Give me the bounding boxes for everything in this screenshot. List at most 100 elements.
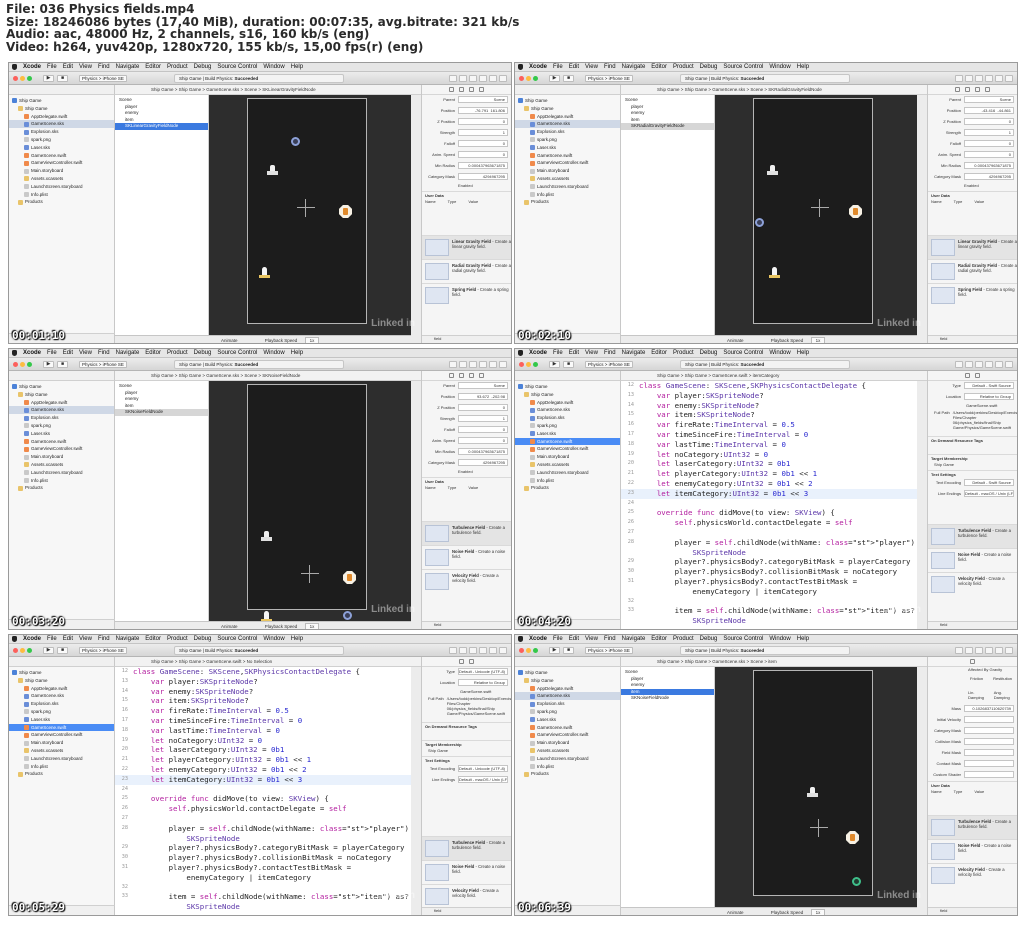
menu-item-editor[interactable]: Editor xyxy=(145,636,161,642)
menu-item-navigate[interactable]: Navigate xyxy=(622,64,646,70)
file-inspector-tab[interactable] xyxy=(459,659,464,664)
navigator-item[interactable]: Info.plist xyxy=(9,477,114,485)
zoom-window-button[interactable] xyxy=(27,362,32,367)
menu-item-view[interactable]: View xyxy=(79,350,92,356)
enemy-ship-sprite[interactable] xyxy=(767,165,778,178)
close-window-button[interactable] xyxy=(13,362,18,367)
navigator-item[interactable]: Laser.sks xyxy=(515,144,620,152)
navigator-item[interactable]: GameScene.sks xyxy=(515,406,620,414)
player-ship-sprite[interactable] xyxy=(769,267,780,280)
enabled-checkbox[interactable]: Enabled xyxy=(422,469,511,477)
navigator-item[interactable]: LaunchScreen.storyboard xyxy=(9,469,114,477)
jump-bar[interactable]: Ship Game > Ship Game > GameScene.sks > … xyxy=(115,371,421,381)
navigator-item[interactable]: Ship Game xyxy=(515,105,620,113)
navigator-item[interactable]: Ship Game xyxy=(9,391,114,399)
assistant-editor-button[interactable] xyxy=(965,75,973,82)
library-filter[interactable]: field xyxy=(928,907,1017,915)
sprite-scene-canvas[interactable] xyxy=(209,381,411,622)
navigator-item[interactable]: Main.storyboard xyxy=(515,739,620,747)
apple-logo-icon[interactable] xyxy=(12,350,17,356)
toggle-debug-area-button[interactable] xyxy=(489,361,497,368)
navigator-item[interactable]: Assets.xcassets xyxy=(9,461,114,469)
navigator-item[interactable]: LaunchScreen.storyboard xyxy=(515,183,620,191)
menu-item-view[interactable]: View xyxy=(585,636,598,642)
menu-item-product[interactable]: Product xyxy=(167,636,188,642)
navigator-item[interactable]: Ship Game xyxy=(515,97,620,105)
menu-item-help[interactable]: Help xyxy=(291,636,303,642)
menu-item-help[interactable]: Help xyxy=(797,64,809,70)
menu-item-source-control[interactable]: Source Control xyxy=(217,64,257,70)
navigator-item[interactable]: Info.plist xyxy=(515,477,620,485)
outline-node-field[interactable]: SKNoiseFieldNode xyxy=(115,409,208,416)
navigator-item[interactable]: LaunchScreen.storyboard xyxy=(515,469,620,477)
library-item-radial-field[interactable]: Radial Gravity Field - Create a radial g… xyxy=(928,259,1017,283)
toggle-navigator-button[interactable] xyxy=(479,361,487,368)
animate-button[interactable]: Animate xyxy=(221,338,238,343)
file-inspector-tab[interactable] xyxy=(965,373,970,378)
property-field[interactable]: 0 xyxy=(458,437,508,444)
menu-item-window[interactable]: Window xyxy=(263,64,284,70)
menu-item-window[interactable]: Window xyxy=(769,64,790,70)
menu-item-xcode[interactable]: Xcode xyxy=(23,64,41,70)
identity-inspector-tab[interactable] xyxy=(975,87,980,92)
library-filter[interactable]: field xyxy=(422,621,511,629)
navigator-item[interactable]: Assets.xcassets xyxy=(9,175,114,183)
menu-item-editor[interactable]: Editor xyxy=(651,64,667,70)
property-field[interactable]: 0.000437963671875 xyxy=(964,162,1014,169)
navigator-item[interactable]: Products xyxy=(9,198,114,206)
property-field[interactable]: 0.000437963671875 xyxy=(458,162,508,169)
run-button[interactable]: ▶ xyxy=(43,647,54,654)
property-field[interactable]: 4294967295 xyxy=(458,459,508,466)
library-item-turbulence-field[interactable]: Turbulence Field - Create a turbulence f… xyxy=(928,815,1017,839)
navigator-item[interactable]: Ship Game xyxy=(9,97,114,105)
minimize-window-button[interactable] xyxy=(20,76,25,81)
navigator-item[interactable]: AppDelegate.swift xyxy=(9,113,114,121)
navigator-item[interactable]: Ship Game xyxy=(9,669,114,677)
attributes-inspector-tab[interactable] xyxy=(479,373,484,378)
file-inspector-tab[interactable] xyxy=(449,373,454,378)
navigator-item[interactable]: spark.png xyxy=(9,422,114,430)
menu-item-navigate[interactable]: Navigate xyxy=(622,636,646,642)
navigator-item[interactable]: Main.storyboard xyxy=(515,167,620,175)
navigator-item[interactable]: Products xyxy=(9,770,114,778)
toggle-navigator-button[interactable] xyxy=(479,75,487,82)
menu-item-view[interactable]: View xyxy=(585,350,598,356)
navigator-item[interactable]: Products xyxy=(9,484,114,492)
menu-item-xcode[interactable]: Xcode xyxy=(23,636,41,642)
navigator-item[interactable]: Explosion.sks xyxy=(9,700,114,708)
navigator-item[interactable]: AppDelegate.swift xyxy=(9,685,114,693)
assistant-editor-button[interactable] xyxy=(459,75,467,82)
outline-node-field[interactable]: SKLinearGravityFieldNode xyxy=(115,123,208,130)
navigator-item[interactable]: GameViewController.swift xyxy=(9,731,114,739)
run-button[interactable]: ▶ xyxy=(549,361,560,368)
run-button[interactable]: ▶ xyxy=(549,75,560,82)
navigator-item[interactable]: spark.png xyxy=(515,708,620,716)
property-field[interactable]: Scene xyxy=(458,96,508,103)
navigator-item[interactable]: Main.storyboard xyxy=(9,167,114,175)
navigator-item[interactable]: LaunchScreen.storyboard xyxy=(9,755,114,763)
property-field[interactable]: -43.416 -44.861 xyxy=(964,107,1014,114)
mass-field[interactable]: 0.1026837110620739 xyxy=(964,705,1014,712)
tags-field[interactable] xyxy=(928,444,1017,454)
toggle-debug-area-button[interactable] xyxy=(995,647,1003,654)
property-field[interactable]: 0 xyxy=(964,151,1014,158)
stop-button[interactable]: ■ xyxy=(563,647,574,654)
code-editor[interactable]: 12 class GameScene: SKScene,SKPhysicsCont… xyxy=(115,667,411,915)
apple-logo-icon[interactable] xyxy=(518,636,523,642)
encoding-select[interactable]: Default - Unicode (UTF-8) xyxy=(458,765,508,772)
jump-bar[interactable]: Ship Game > Ship Game > GameScene.sks > … xyxy=(115,85,421,95)
apple-logo-icon[interactable] xyxy=(518,350,523,356)
property-field[interactable]: 4294967295 xyxy=(964,173,1014,180)
property-field[interactable]: -76.791 161.806 xyxy=(458,107,508,114)
line-endings-select[interactable]: Default - macOS / Unix (LF) xyxy=(964,490,1014,497)
zoom-window-button[interactable] xyxy=(533,76,538,81)
stop-button[interactable]: ■ xyxy=(57,647,68,654)
animate-button[interactable]: Animate xyxy=(727,338,744,343)
toggle-navigator-button[interactable] xyxy=(479,647,487,654)
navigator-item[interactable]: Explosion.sks xyxy=(515,128,620,136)
menu-item-debug[interactable]: Debug xyxy=(194,636,212,642)
playback-speed-select[interactable]: 1x xyxy=(304,623,320,629)
toggle-utilities-button[interactable] xyxy=(1005,647,1013,654)
stop-button[interactable]: ■ xyxy=(57,75,68,82)
navigator-item[interactable]: Main.storyboard xyxy=(9,739,114,747)
